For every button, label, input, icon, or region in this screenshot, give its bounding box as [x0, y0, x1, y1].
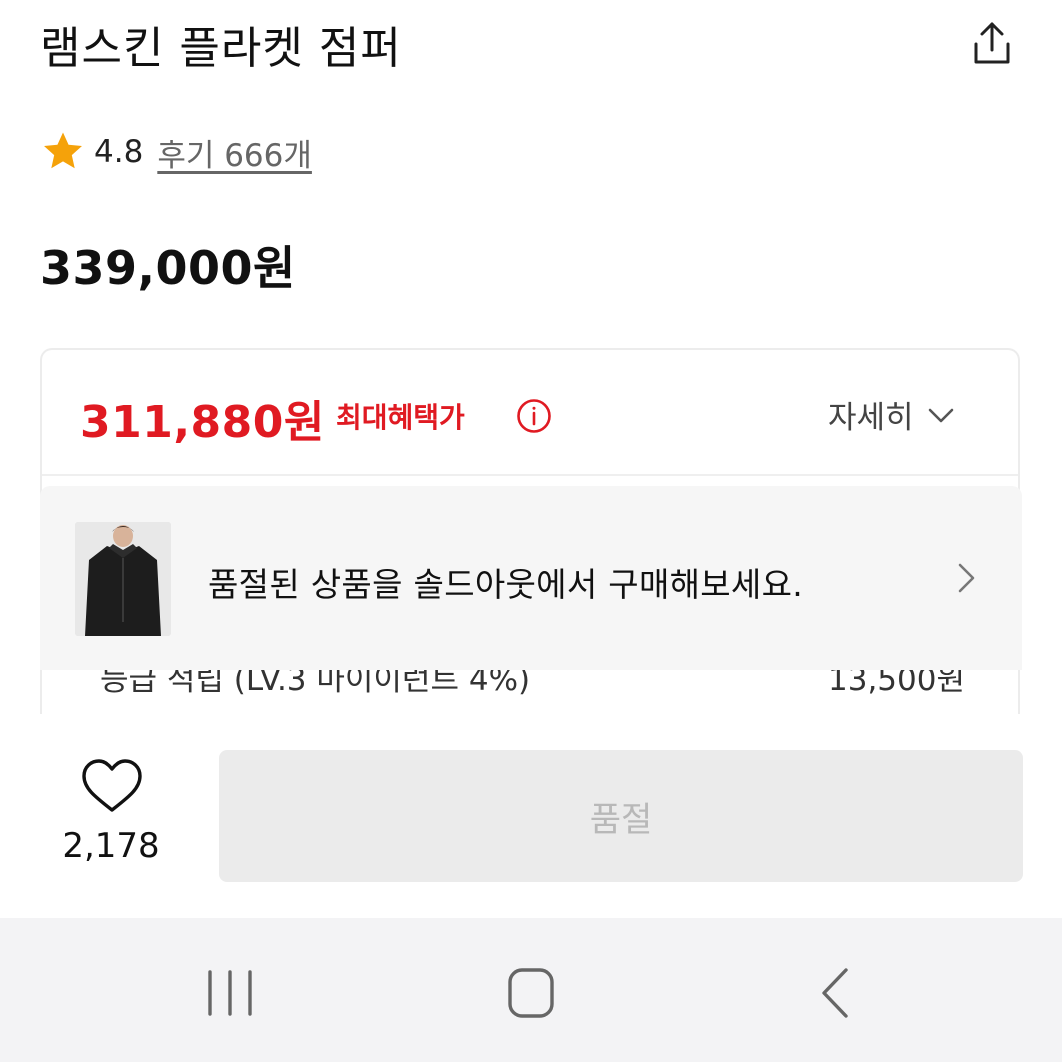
- reviews-link[interactable]: 후기 666개: [157, 130, 312, 175]
- home-icon[interactable]: [491, 968, 571, 1018]
- card-divider: [42, 474, 1018, 476]
- chevron-down-icon: [928, 408, 953, 422]
- detail-toggle[interactable]: 자세히: [828, 392, 958, 437]
- star-icon: [44, 132, 82, 169]
- product-thumbnail: [75, 522, 171, 636]
- benefit-label: 최대혜택가: [336, 401, 465, 434]
- chevron-right-icon: [958, 563, 975, 593]
- detail-label: 자세히: [828, 400, 914, 436]
- share-icon: [974, 22, 1010, 64]
- benefit-price: 311,880원: [80, 397, 325, 448]
- rating-score: 4.8: [94, 134, 144, 170]
- like-count: 2,178: [62, 826, 160, 866]
- banner-text: 품절된 상품을 솔드아웃에서 구매해보세요.: [208, 565, 804, 604]
- product-price: 339,000원: [40, 241, 296, 295]
- heart-icon[interactable]: [80, 758, 144, 814]
- recent-apps-icon[interactable]: [190, 968, 270, 1018]
- system-nav-bar: [0, 918, 1062, 1062]
- soldout-banner[interactable]: 품절된 상품을 솔드아웃에서 구매해보세요.: [40, 486, 1022, 670]
- rating-row: 4.8 후기 666개: [40, 128, 312, 176]
- back-icon[interactable]: [794, 968, 874, 1018]
- buy-button[interactable]: 품절: [219, 750, 1023, 882]
- share-button[interactable]: [966, 18, 1018, 70]
- info-icon[interactable]: [516, 398, 552, 434]
- product-title: 램스킨 플라켓 점퍼: [40, 23, 402, 74]
